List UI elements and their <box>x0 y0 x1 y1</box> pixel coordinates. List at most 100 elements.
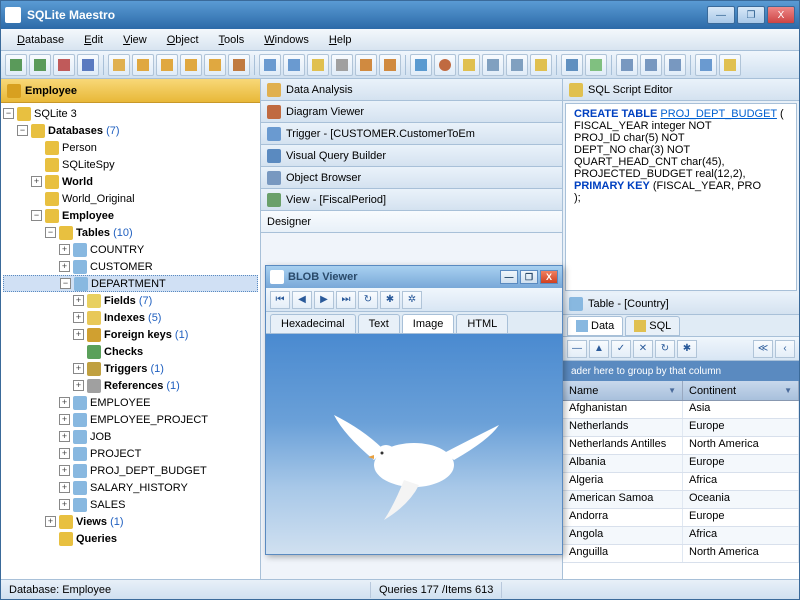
table-row[interactable]: AlbaniaEurope <box>563 455 799 473</box>
tree-node-table[interactable]: +CUSTOMER <box>3 258 258 275</box>
toolbar-btn[interactable] <box>77 54 99 76</box>
menu-database[interactable]: Database <box>9 32 72 48</box>
toolbar-btn[interactable] <box>695 54 717 76</box>
tree-node-db[interactable]: −Employee <box>3 207 258 224</box>
menu-tools[interactable]: Tools <box>211 32 253 48</box>
panel-object-browser[interactable]: Object Browser <box>261 167 562 189</box>
tree-node-table[interactable]: +PROJECT <box>3 445 258 462</box>
sql-editor-tab[interactable]: SQL Script Editor <box>563 79 799 101</box>
blob-title-bar[interactable]: BLOB Viewer — ❐ X <box>266 266 562 288</box>
tree-node-fk[interactable]: +Foreign keys (1) <box>3 326 258 343</box>
dropdown-icon[interactable]: ▼ <box>784 386 792 395</box>
title-bar[interactable]: SQLite Maestro — ❐ X <box>1 1 799 29</box>
nav-btn[interactable]: ≪ <box>753 340 773 358</box>
tree-node-fields[interactable]: +Fields (7) <box>3 292 258 309</box>
tree-node-checks[interactable]: Checks <box>3 343 258 360</box>
blob-viewer-window[interactable]: BLOB Viewer — ❐ X ⏮ ◀ ▶ ⏭ ↻ ✱ ✲ Hexadeci… <box>265 265 563 555</box>
tree-node-table[interactable]: +SALARY_HISTORY <box>3 479 258 496</box>
toolbar-btn[interactable] <box>719 54 741 76</box>
tree-node-refs[interactable]: +References (1) <box>3 377 258 394</box>
tab-image[interactable]: Image <box>402 314 455 333</box>
panel-diagram[interactable]: Diagram Viewer <box>261 101 562 123</box>
group-header[interactable]: ader here to group by that column <box>563 361 799 381</box>
tree-node-indexes[interactable]: +Indexes (5) <box>3 309 258 326</box>
maximize-button[interactable]: ❐ <box>737 6 765 24</box>
tree-node-views[interactable]: +Views (1) <box>3 513 258 530</box>
tree-node-table[interactable]: +JOB <box>3 428 258 445</box>
sidebar-header[interactable]: Employee <box>1 79 260 103</box>
tree-node-table[interactable]: +PROJ_DEPT_BUDGET <box>3 462 258 479</box>
toolbar-btn[interactable] <box>664 54 686 76</box>
col-continent[interactable]: Continent▼ <box>683 381 799 400</box>
nav-btn[interactable]: ✱ <box>677 340 697 358</box>
table-body[interactable]: AfghanistanAsia NetherlandsEurope Nether… <box>563 401 799 579</box>
toolbar-btn[interactable] <box>228 54 250 76</box>
toolbar-btn[interactable] <box>530 54 552 76</box>
table-row[interactable]: American SamoaOceania <box>563 491 799 509</box>
toolbar-btn[interactable] <box>307 54 329 76</box>
blob-maximize-button[interactable]: ❐ <box>520 270 538 284</box>
menu-help[interactable]: Help <box>321 32 360 48</box>
tree-node-db[interactable]: +World <box>3 173 258 190</box>
tree-node-table-selected[interactable]: −DEPARTMENT <box>3 275 258 292</box>
menu-object[interactable]: Object <box>159 32 207 48</box>
nav-first[interactable]: ⏮ <box>270 291 290 309</box>
menu-edit[interactable]: Edit <box>76 32 111 48</box>
toolbar-btn[interactable] <box>482 54 504 76</box>
tab-html[interactable]: HTML <box>456 314 508 333</box>
tree-node-db[interactable]: World_Original <box>3 190 258 207</box>
toolbar-btn[interactable] <box>379 54 401 76</box>
table-row[interactable]: AngolaAfrica <box>563 527 799 545</box>
nav-next[interactable]: ▶ <box>314 291 334 309</box>
table-row[interactable]: AndorraEurope <box>563 509 799 527</box>
nav-prev[interactable]: ◀ <box>292 291 312 309</box>
object-tree[interactable]: −SQLite 3 −Databases (7) Person SQLiteSp… <box>1 103 260 579</box>
table-row[interactable]: AfghanistanAsia <box>563 401 799 419</box>
toolbar-btn[interactable] <box>204 54 226 76</box>
toolbar-btn[interactable] <box>640 54 662 76</box>
menu-view[interactable]: View <box>115 32 155 48</box>
toolbar-btn[interactable] <box>616 54 638 76</box>
panel-data-analysis[interactable]: Data Analysis <box>261 79 562 101</box>
tree-node-triggers[interactable]: +Triggers (1) <box>3 360 258 377</box>
toolbar-btn[interactable] <box>5 54 27 76</box>
tree-node-table[interactable]: +EMPLOYEE_PROJECT <box>3 411 258 428</box>
toolbar-btn[interactable] <box>108 54 130 76</box>
nav-refresh[interactable]: ↻ <box>358 291 378 309</box>
nav-btn[interactable]: ✓ <box>611 340 631 358</box>
tree-node-queries[interactable]: Queries <box>3 530 258 547</box>
nav-btn[interactable]: ↻ <box>655 340 675 358</box>
nav-btn[interactable]: ✱ <box>380 291 400 309</box>
toolbar-btn[interactable] <box>355 54 377 76</box>
col-name[interactable]: Name▼ <box>563 381 683 400</box>
toolbar-btn[interactable] <box>561 54 583 76</box>
nav-btn[interactable]: ‹ <box>775 340 795 358</box>
menu-windows[interactable]: Windows <box>256 32 317 48</box>
tree-node-db[interactable]: Person <box>3 139 258 156</box>
table-panel-tab[interactable]: Table - [Country] <box>563 293 799 315</box>
sql-code-area[interactable]: CREATE TABLE PROJ_DEPT_BUDGET ( FISCAL_Y… <box>565 103 797 291</box>
panel-vqb[interactable]: Visual Query Builder <box>261 145 562 167</box>
toolbar-btn[interactable] <box>410 54 432 76</box>
toolbar-btn[interactable] <box>132 54 154 76</box>
tree-node-databases[interactable]: −Databases (7) <box>3 122 258 139</box>
nav-btn[interactable]: ▲ <box>589 340 609 358</box>
tree-node-db[interactable]: SQLiteSpy <box>3 156 258 173</box>
nav-btn[interactable]: ✲ <box>402 291 422 309</box>
dropdown-icon[interactable]: ▼ <box>668 386 676 395</box>
toolbar-btn[interactable] <box>585 54 607 76</box>
panel-view[interactable]: View - [FiscalPeriod] <box>261 189 562 211</box>
panel-trigger[interactable]: Trigger - [CUSTOMER.CustomerToEm <box>261 123 562 145</box>
panel-designer[interactable]: Designer <box>261 211 562 233</box>
toolbar-btn[interactable] <box>53 54 75 76</box>
table-row[interactable]: AlgeriaAfrica <box>563 473 799 491</box>
tab-text[interactable]: Text <box>358 314 400 333</box>
tree-node-table[interactable]: +EMPLOYEE <box>3 394 258 411</box>
table-row[interactable]: NetherlandsEurope <box>563 419 799 437</box>
tab-sql[interactable]: SQL <box>625 316 680 336</box>
tree-node-tables[interactable]: −Tables (10) <box>3 224 258 241</box>
close-button[interactable]: X <box>767 6 795 24</box>
table-row[interactable]: Netherlands AntillesNorth America <box>563 437 799 455</box>
table-row[interactable]: AnguillaNorth America <box>563 545 799 563</box>
toolbar-btn[interactable] <box>458 54 480 76</box>
